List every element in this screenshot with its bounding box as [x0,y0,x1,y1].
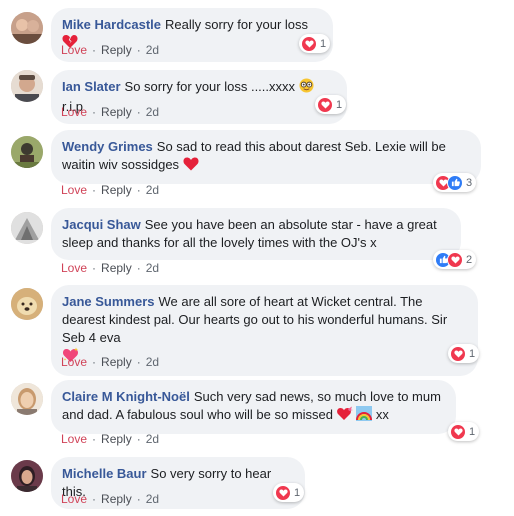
separator: · [92,261,97,275]
comment-actions: Love · Reply · 2d [61,261,159,275]
comment-bubble: Claire M Knight-Noël Such very sad news, … [51,380,456,434]
reaction-count: 1 [320,37,327,50]
separator: · [136,105,141,119]
avatar[interactable] [11,12,43,44]
comment-author[interactable]: Claire M Knight-Noël [62,389,190,404]
separator: · [136,432,141,446]
comment-author[interactable]: Ian Slater [62,79,121,94]
comment-time[interactable]: 2d [146,183,159,197]
comment-text-suffix: xx [375,407,389,422]
comment-time[interactable]: 2d [146,355,159,369]
comment-time[interactable]: 2d [146,432,159,446]
comment-author[interactable]: Mike Hardcastle [62,17,161,32]
reply-action[interactable]: Reply [101,432,132,446]
comment-bubble: Jacqui Shaw See you have been an absolute… [51,208,461,260]
comment-actions: Love · Reply · 2d [61,432,159,446]
reaction-summary[interactable]: 1 [448,422,480,441]
comment-actions: Love · Reply · 2d [61,105,159,119]
avatar[interactable] [11,383,43,415]
comment-time[interactable]: 2d [146,105,159,119]
separator: · [92,492,97,506]
comment-author[interactable]: Jane Summers [62,294,155,309]
love-action[interactable]: Love [61,492,87,506]
love-reaction-icon [275,484,291,501]
separator: · [92,355,97,369]
avatar[interactable] [11,212,43,244]
reaction-count: 2 [466,253,473,266]
reply-action[interactable]: Reply [101,492,132,506]
avatar[interactable] [11,70,43,102]
reaction-count: 1 [294,486,301,499]
love-action[interactable]: Love [61,105,87,119]
comment-bubble: Wendy Grimes So sad to read this about da… [51,130,481,184]
separator: · [136,43,141,57]
love-action[interactable]: Love [61,183,87,197]
love-reaction-icon [450,423,466,440]
love-reaction-icon [450,345,466,362]
comment-author[interactable]: Wendy Grimes [62,139,153,154]
reply-action[interactable]: Reply [101,355,132,369]
love-action[interactable]: Love [61,355,87,369]
reply-action[interactable]: Reply [101,43,132,57]
reaction-summary[interactable]: 1 [299,34,331,53]
love-reaction-icon [447,251,463,268]
reaction-count: 3 [466,176,473,189]
love-action[interactable]: Love [61,432,87,446]
comment-text: So sorry for your loss .....xxxx [124,79,296,94]
reaction-summary[interactable]: 2 [433,250,477,269]
avatar[interactable] [11,460,43,492]
comment-author[interactable]: Jacqui Shaw [62,217,141,232]
reaction-summary[interactable]: 1 [448,344,480,363]
like-reaction-icon [447,174,463,191]
separator: · [92,183,97,197]
reply-action[interactable]: Reply [101,261,132,275]
avatar[interactable] [11,288,43,320]
love-reaction-icon [301,35,317,52]
rainbow-icon [356,406,373,426]
separator: · [136,355,141,369]
comment-actions: Love · Reply · 2d [61,492,159,506]
reaction-summary[interactable]: 1 [273,483,305,502]
nerd-face-icon [299,78,314,98]
comment-author[interactable]: Michelle Baur [62,466,147,481]
reply-action[interactable]: Reply [101,105,132,119]
comment-actions: Love · Reply · 2d [61,183,159,197]
reply-action[interactable]: Reply [101,183,132,197]
heart-with-ribbon-icon [336,406,353,426]
comment-actions: Love · Reply · 2d [61,43,159,57]
comment-time[interactable]: 2d [146,492,159,506]
reaction-count: 1 [469,347,476,360]
love-reaction-icon [317,96,333,113]
reaction-count: 1 [336,98,343,111]
separator: · [136,261,141,275]
avatar[interactable] [11,136,43,168]
separator: · [136,492,141,506]
separator: · [92,105,97,119]
separator: · [92,432,97,446]
reaction-summary[interactable]: 1 [315,95,347,114]
red-heart-icon [183,157,199,176]
separator: · [136,183,141,197]
reaction-summary[interactable]: 3 [433,173,477,192]
comment-time[interactable]: 2d [146,43,159,57]
separator: · [92,43,97,57]
love-action[interactable]: Love [61,261,87,275]
reaction-count: 1 [469,425,476,438]
comment-actions: Love · Reply · 2d [61,355,159,369]
comment-time[interactable]: 2d [146,261,159,275]
comment-text: Really sorry for your loss [165,17,309,32]
love-action[interactable]: Love [61,43,87,57]
